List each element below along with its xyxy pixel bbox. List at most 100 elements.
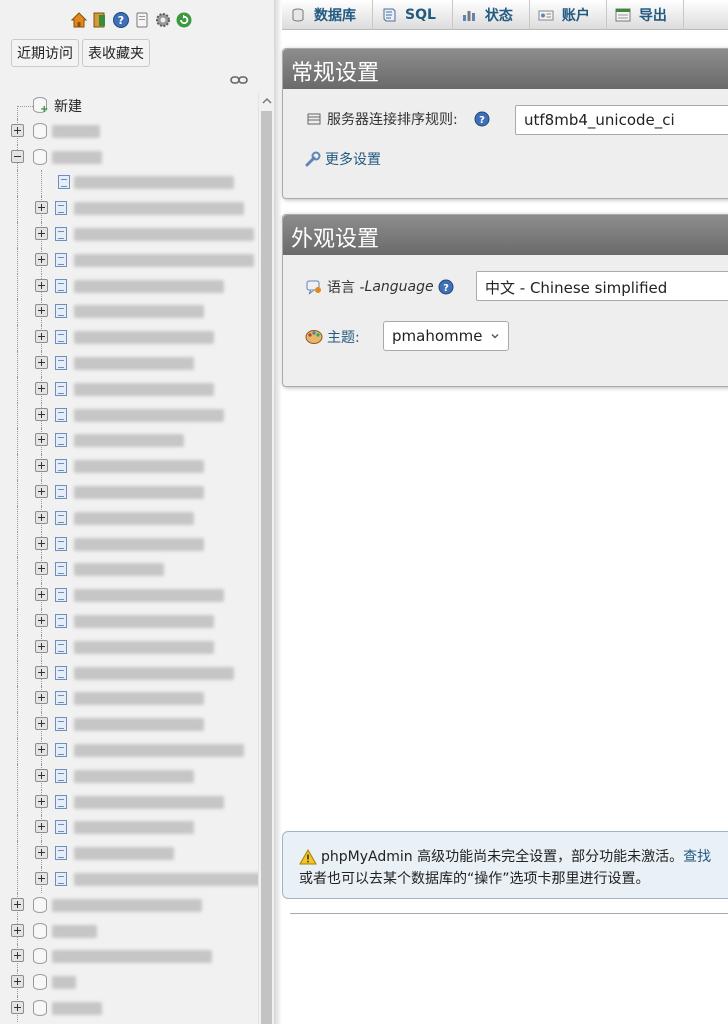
tree-table-row[interactable] [0, 196, 258, 222]
tree-table-row[interactable] [0, 479, 258, 506]
expand-icon[interactable] [35, 407, 48, 421]
tree-db-row[interactable] [0, 970, 258, 996]
tree-table-row[interactable] [0, 531, 258, 558]
tree-db-row[interactable] [0, 995, 258, 1022]
expand-icon[interactable] [35, 871, 48, 885]
notice-find-link[interactable]: 查找 [683, 846, 711, 868]
expand-icon[interactable] [35, 691, 48, 705]
tree-table-row[interactable] [0, 737, 258, 764]
redacted-table-name [74, 331, 214, 345]
expand-icon[interactable] [11, 949, 24, 963]
tree-table-row[interactable] [0, 763, 258, 790]
expand-icon[interactable] [35, 304, 48, 318]
tree-table-row[interactable] [0, 608, 258, 635]
appearance-settings-title: 外观设置 [283, 215, 728, 255]
expand-icon[interactable] [35, 717, 48, 731]
tree-table-row[interactable] [0, 221, 258, 248]
expand-icon[interactable] [35, 201, 48, 215]
expand-icon[interactable] [11, 923, 24, 937]
more-settings-link[interactable]: 更多设置 [325, 149, 381, 169]
expand-icon[interactable] [35, 794, 48, 808]
tree-table-row[interactable] [0, 350, 258, 377]
tree-table-row[interactable] [0, 712, 258, 738]
scroll-thumb[interactable] [261, 111, 272, 1024]
expand-icon[interactable] [35, 768, 48, 782]
tree-table-row[interactable] [0, 428, 258, 455]
docs-icon[interactable] [133, 11, 151, 29]
table-icon [55, 639, 67, 654]
menu-accounts[interactable]: 账户 [530, 0, 607, 30]
tree-db-row[interactable] [0, 118, 258, 145]
language-help-icon[interactable]: ? [438, 279, 454, 295]
redacted-table-name [74, 640, 214, 654]
tree-table-row[interactable] [0, 557, 258, 584]
settings-icon[interactable] [154, 11, 172, 29]
expand-icon[interactable] [35, 820, 48, 834]
expand-icon[interactable] [11, 123, 24, 137]
tree-table-row[interactable] [0, 299, 258, 326]
tree-table-row[interactable] [0, 247, 258, 274]
expand-icon[interactable] [11, 1000, 24, 1014]
expand-icon[interactable] [11, 897, 24, 911]
link-icon[interactable] [230, 75, 248, 85]
menu-databases[interactable]: 数据库 [282, 0, 373, 30]
tree-db-row[interactable] [0, 944, 258, 971]
expand-icon[interactable] [35, 588, 48, 602]
expand-icon[interactable] [35, 613, 48, 627]
favorites-tab[interactable]: 表收藏夹 [82, 39, 150, 67]
expand-icon[interactable] [35, 846, 48, 860]
theme-select[interactable]: pmahomme [383, 321, 510, 351]
expand-icon[interactable] [35, 381, 48, 395]
expand-icon[interactable] [35, 639, 48, 653]
tree-table-row[interactable] [0, 789, 258, 816]
expand-icon[interactable] [35, 562, 48, 576]
collation-help-icon[interactable]: ? [474, 111, 490, 127]
language-select[interactable]: 中文 - Chinese simplified [476, 271, 728, 301]
home-icon[interactable] [70, 11, 88, 29]
expand-icon[interactable] [35, 665, 48, 679]
expand-icon[interactable] [35, 355, 48, 369]
tree-db-row[interactable] [0, 892, 258, 919]
tree-table-row[interactable] [0, 325, 258, 351]
tree-table-row[interactable] [0, 815, 258, 842]
help-icon[interactable]: ? [112, 11, 130, 29]
menu-sql[interactable]: SQL [373, 0, 453, 30]
expand-icon[interactable] [35, 433, 48, 447]
tree-table-row[interactable] [0, 376, 258, 403]
expand-icon[interactable] [11, 975, 24, 989]
collapse-icon[interactable] [11, 149, 24, 163]
tree-table-row[interactable] [0, 273, 258, 300]
collation-select[interactable]: utf8mb4_unicode_ci [515, 105, 728, 135]
expand-icon[interactable] [35, 459, 48, 473]
scroll-up-icon[interactable] [261, 95, 273, 107]
more-settings-row[interactable]: 更多设置 [305, 149, 381, 169]
tree-table-row[interactable] [0, 505, 258, 532]
menu-export[interactable]: 导出 [607, 0, 684, 30]
tree-db-row[interactable] [0, 144, 258, 171]
tree-item-new[interactable]: + 新建 [0, 93, 258, 119]
expand-icon[interactable] [35, 536, 48, 550]
tree-table-row[interactable] [0, 583, 258, 609]
expand-icon[interactable] [35, 484, 48, 498]
tree-table-row[interactable] [0, 402, 258, 429]
menu-databases-label: 数据库 [314, 7, 356, 24]
expand-icon[interactable] [35, 510, 48, 524]
expand-icon[interactable] [35, 252, 48, 266]
tree-table-row[interactable] [0, 866, 264, 893]
tree-table-row-views[interactable] [0, 170, 258, 197]
tree-table-row[interactable] [0, 660, 258, 687]
expand-icon[interactable] [35, 278, 48, 292]
recent-tab[interactable]: 近期访问 [11, 39, 79, 67]
tree-table-row[interactable] [0, 454, 258, 480]
expand-icon[interactable] [35, 330, 48, 344]
exit-icon[interactable] [91, 11, 109, 29]
expand-icon[interactable] [35, 742, 48, 756]
expand-icon[interactable] [35, 226, 48, 240]
menu-status[interactable]: 状态 [453, 0, 530, 30]
tree-scrollbar[interactable] [258, 93, 274, 1024]
reload-icon[interactable] [175, 11, 193, 29]
tree-db-row[interactable] [0, 918, 258, 945]
tree-table-row[interactable] [0, 841, 258, 867]
tree-table-row[interactable] [0, 634, 258, 661]
tree-table-row[interactable] [0, 686, 258, 713]
